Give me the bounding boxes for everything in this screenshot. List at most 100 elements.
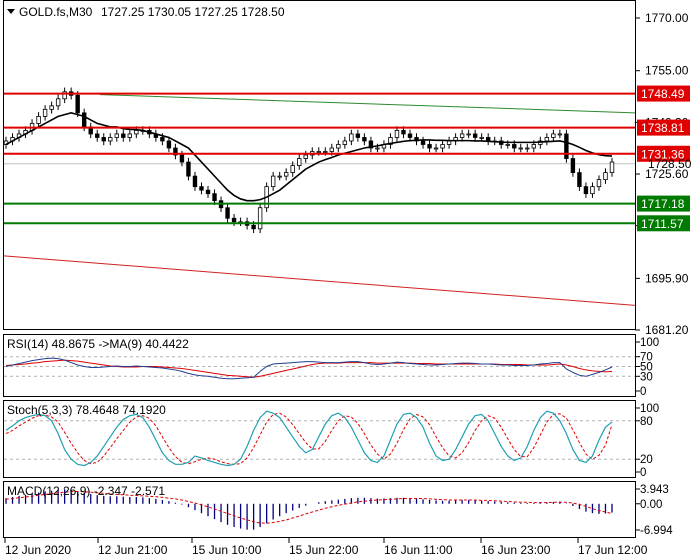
candle-body [257, 207, 263, 230]
candle-body [485, 137, 491, 142]
indicator-tick-label: 0 [640, 467, 646, 479]
green-trend-line [99, 94, 636, 114]
time-axis: 12 Jun 2020 12 Jun 21:00 15 Jun 10:00 15 Ju… [4, 538, 648, 557]
time-tick-label: 15 Jun 22:00 [289, 543, 359, 557]
candle-body [297, 158, 302, 166]
candle-body [316, 151, 321, 153]
candle-body [114, 133, 119, 138]
candle-body [375, 147, 380, 150]
indicator-tick-label: 20 [640, 454, 653, 466]
indicator-tick-label: 100 [640, 337, 659, 349]
indicator-tick-label: 0.00 [640, 499, 662, 511]
candle-body [205, 189, 211, 195]
candle-body [466, 133, 471, 136]
price-tick-label: 1755.00 [645, 64, 689, 78]
candle-body [446, 140, 452, 145]
main-pane: 1770.001755.001740.301725.601710.901695.… [3, 11, 692, 337]
candle-body [342, 140, 348, 145]
indicator-tick-label: 3.943 [640, 484, 669, 496]
candle-body [290, 165, 295, 173]
time-tick-label: 12 Jun 2020 [5, 543, 71, 557]
candle-body [531, 144, 537, 149]
candle-body [544, 137, 550, 142]
candle-body [75, 94, 80, 114]
stoch-main-line [5, 410, 613, 467]
candle-body [551, 133, 556, 138]
price-tick-label: 1770.00 [645, 11, 689, 25]
candle-body [101, 137, 106, 142]
candle-body [459, 133, 465, 138]
candle-body [127, 133, 133, 138]
time-tick-label: 15 Jun 10:00 [192, 543, 262, 557]
candle-body [505, 144, 510, 146]
candle-body [525, 147, 530, 150]
candle-body [36, 115, 41, 124]
macd-label: MACD(12,26,9) -2.347 -2.571 [7, 484, 165, 498]
candle-body [583, 186, 589, 195]
indicator-tick-label: -6.994 [640, 525, 673, 537]
candle-body [303, 154, 308, 159]
trading-chart: 1770.001755.001740.301725.601710.901695.… [3, 0, 692, 557]
resistance-level-label: 1748.49 [641, 87, 685, 101]
candle-body [479, 137, 484, 139]
candle-body [121, 133, 126, 138]
candle-body [440, 144, 445, 149]
candle-body [212, 193, 217, 202]
candle-body [407, 133, 413, 138]
candle-body [186, 161, 191, 177]
stoch-label: Stoch(5,3,3) 78.4648 74.1920 [7, 403, 166, 417]
candle-body [199, 186, 204, 191]
candle-body [323, 151, 328, 153]
candle-body [95, 133, 100, 138]
dropdown-arrow-icon[interactable] [7, 9, 15, 14]
time-tick-label: 16 Jun 11:00 [384, 543, 453, 557]
candle-body [270, 175, 276, 188]
price-tick-label: 1681.20 [645, 323, 689, 337]
time-tick-label: 12 Jun 21:00 [98, 543, 168, 557]
indicator-tick-label: 80 [640, 416, 653, 428]
candle-body [179, 154, 185, 163]
support-level-label: 1711.57 [641, 217, 684, 231]
current-price-label: 1728.50 [648, 157, 692, 171]
candle-body [192, 175, 198, 188]
candle-body [42, 108, 48, 117]
candle-body [362, 137, 367, 142]
candle-body [433, 147, 439, 150]
indicator-tick-label: 30 [640, 371, 653, 383]
red-trend-line [3, 255, 636, 306]
rsi-label: RSI(14) 48.8675 ->MA(9) 40.4422 [7, 337, 189, 351]
candle-body [570, 158, 576, 173]
candle-body [472, 133, 478, 138]
ohlc-label: 1727.25 1730.05 1727.25 1728.50 [101, 5, 285, 19]
pane-frames [3, 0, 636, 538]
candle-body [49, 105, 54, 110]
price-tick-label: 1695.90 [645, 271, 689, 285]
candle-body [577, 172, 582, 188]
candle-body [349, 133, 354, 142]
candle-body [596, 179, 602, 188]
time-tick-label: 16 Jun 23:00 [481, 543, 551, 557]
candle-body [401, 130, 406, 135]
candle-body [166, 140, 172, 149]
candle-body [55, 98, 61, 107]
candle-body [420, 140, 426, 145]
candle-body [355, 133, 361, 138]
candle-body [557, 133, 563, 136]
indicator-tick-label: 100 [640, 403, 659, 415]
candle-body [394, 130, 400, 138]
candle-body [134, 130, 139, 135]
candle-body [231, 217, 237, 223]
rsi-signal-line [5, 359, 613, 378]
candle-body [336, 144, 341, 149]
rsi-line [5, 357, 613, 380]
candle-body [603, 172, 608, 181]
candle-body [564, 133, 569, 159]
time-tick-label: 17 Jun 12:00 [578, 543, 648, 557]
candle-body [251, 224, 256, 230]
candle-body [283, 172, 289, 177]
candle-body [609, 161, 615, 173]
candle-body [590, 186, 595, 195]
candle-body [81, 112, 87, 128]
candle-body [277, 175, 282, 178]
candle-body [225, 207, 230, 219]
